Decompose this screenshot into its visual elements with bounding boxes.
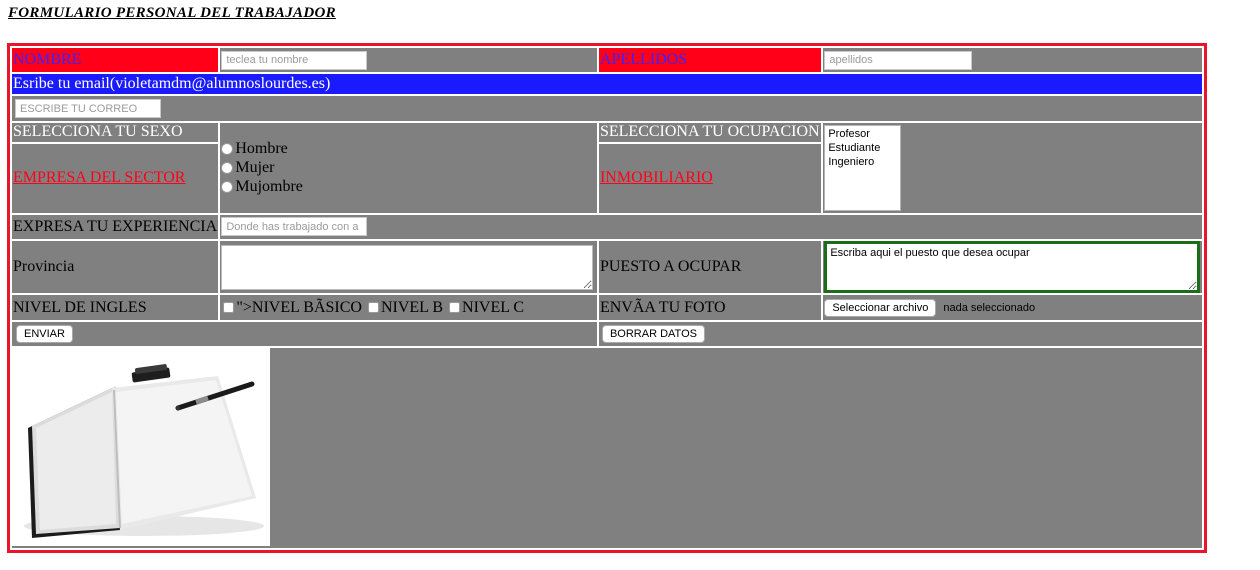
ocupacion-option-ingeniero[interactable]: Ingeniero [828, 155, 897, 169]
enviar-button[interactable]: ENVIAR [16, 325, 73, 344]
sexo-label: SELECCIONA TU SEXO [13, 123, 183, 141]
email-input-cell [12, 96, 1202, 121]
nombre-label-cell: NOMBRE [12, 48, 219, 73]
enviar-cell: ENVIAR [12, 321, 597, 346]
provincia-textarea-cell [220, 240, 597, 294]
email-label: Esribe tu email(violetamdm@alumnoslourde… [13, 75, 331, 93]
radio-option-mujer[interactable]: Mujer [221, 158, 596, 177]
radio-hombre[interactable] [221, 142, 234, 155]
inmobiliario-link-cell: INMOBILIARIO [598, 143, 822, 213]
puesto-textarea[interactable] [824, 241, 1201, 294]
image-cell [12, 347, 1202, 548]
nombre-input[interactable] [221, 50, 368, 70]
ingles-options-cell: ">NIVEL BÃSICO NIVEL B NIVEL C [220, 295, 597, 320]
sexo-radio-cell: Hombre Mujer Mujombre [220, 122, 597, 213]
ocupacion-label: SELECCIONA TU OCUPACION [599, 123, 820, 141]
radio-option-hombre[interactable]: Hombre [221, 139, 596, 158]
provincia-textarea[interactable] [221, 244, 594, 290]
apellidos-input[interactable] [824, 50, 973, 70]
radio-mujer-label: Mujer [235, 158, 275, 176]
checkbox-nivel-basico[interactable] [223, 302, 235, 314]
file-status: nada seleccionado [943, 302, 1036, 314]
borrar-button[interactable]: BORRAR DATOS [601, 325, 705, 344]
inmobiliario-link[interactable]: INMOBILIARIO [600, 169, 713, 186]
ocupacion-option-profesor[interactable]: Profesor [828, 127, 897, 141]
checkbox-nivel-c-label: NIVEL C [462, 298, 525, 316]
checkbox-nivel-b[interactable] [367, 302, 379, 314]
nombre-input-cell [220, 48, 597, 73]
checkbox-nivel-basico-label: ">NIVEL BÃSICO [236, 298, 362, 316]
experiencia-label-cell: EXPRESA TU EXPERIENCIA [12, 214, 219, 239]
notebook-image [12, 347, 270, 546]
foto-label: ENVÃA TU FOTO [599, 298, 726, 316]
borrar-cell: BORRAR DATOS [598, 321, 1202, 346]
radio-mujombre-label: Mujombre [235, 177, 303, 195]
radio-mujombre[interactable] [221, 180, 234, 193]
puesto-textarea-cell [823, 240, 1202, 294]
page-title: FORMULARIO PERSONAL DEL TRABAJADOR [8, 5, 336, 21]
radio-hombre-label: Hombre [235, 139, 288, 157]
ingles-label: NIVEL DE INGLES [13, 298, 147, 316]
sexo-label-cell: SELECCIONA TU SEXO [12, 122, 219, 142]
checkbox-nivel-b-label: NIVEL B [380, 298, 444, 316]
nombre-label: NOMBRE [13, 51, 82, 69]
empresa-sector-link[interactable]: EMPRESA DEL SECTOR [13, 169, 185, 186]
ocupacion-listbox[interactable]: Profesor Estudiante Ingeniero [824, 124, 902, 211]
apellidos-input-cell [823, 48, 1202, 73]
email-input[interactable] [15, 99, 161, 119]
apellidos-label-cell: APELLIDOS [598, 48, 822, 73]
ocupacion-option-estudiante[interactable]: Estudiante [828, 141, 897, 155]
choose-file-button[interactable]: Seleccionar archivo [824, 299, 937, 317]
experiencia-input[interactable] [221, 217, 368, 237]
puesto-label-cell: PUESTO A OCUPAR [598, 240, 822, 294]
radio-option-mujombre[interactable]: Mujombre [221, 177, 596, 196]
notebook-illustration [24, 363, 264, 538]
radio-mujer[interactable] [221, 161, 234, 174]
ocupacion-label-cell: SELECCIONA TU OCUPACION [598, 122, 822, 142]
email-label-cell: Esribe tu email(violetamdm@alumnoslourde… [12, 74, 1202, 95]
checkbox-nivel-c[interactable] [449, 302, 461, 314]
foto-label-cell: ENVÃA TU FOTO [598, 295, 822, 320]
provincia-label: Provincia [13, 258, 75, 276]
ocupacion-list-cell: Profesor Estudiante Ingeniero [823, 122, 1202, 213]
ingles-label-cell: NIVEL DE INGLES [12, 295, 219, 320]
worker-form: NOMBRE APELLIDOS Esribe tu email(violeta… [7, 43, 1207, 553]
provincia-label-cell: Provincia [12, 240, 219, 294]
foto-input-cell: Seleccionar archivo nada seleccionado [823, 295, 1202, 320]
puesto-label: PUESTO A OCUPAR [599, 258, 742, 276]
apellidos-label: APELLIDOS [599, 51, 688, 69]
empresa-link-cell: EMPRESA DEL SECTOR [12, 143, 219, 213]
experiencia-label: EXPRESA TU EXPERIENCIA [13, 217, 218, 235]
experiencia-input-cell [220, 214, 1202, 239]
